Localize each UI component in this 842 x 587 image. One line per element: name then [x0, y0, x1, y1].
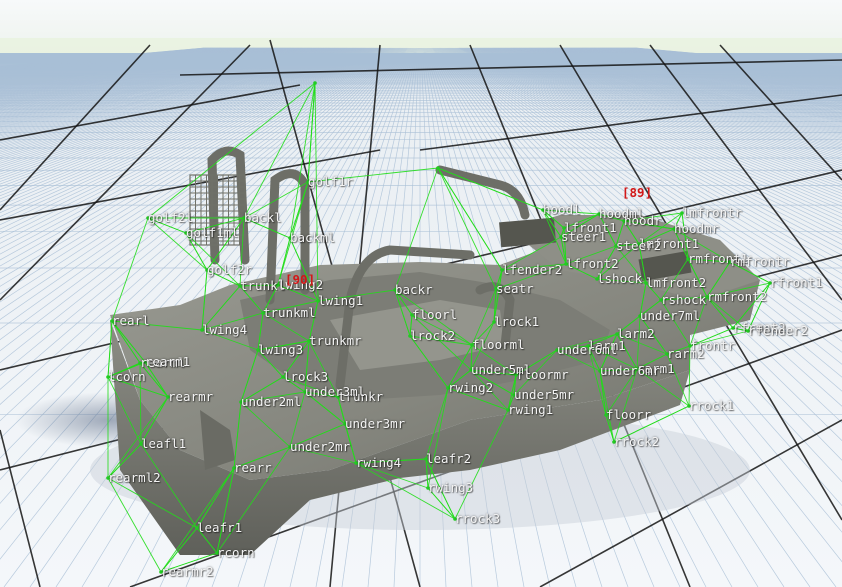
node-label-under3mr: under3mr — [345, 416, 406, 431]
node-label-under2ml: under2ml — [241, 394, 302, 409]
node-label-steer1: steer1 — [561, 229, 607, 244]
node-label-rcorn: rcorn — [217, 545, 255, 560]
node-label-leafl1: leafl1 — [141, 436, 187, 451]
node-label-leafr1: leafr1 — [197, 520, 243, 535]
node-label-under5mr: under5mr — [514, 387, 575, 402]
node-label-rwing4: rwing4 — [356, 455, 402, 470]
node-label-lrock1: lrock1 — [494, 314, 540, 329]
node-label-golf1r: golf1r — [308, 174, 354, 189]
node-label-under6mr: under6mr — [600, 363, 661, 378]
node-id-marker: [90] — [285, 272, 316, 287]
node-label-larm2: larm2 — [617, 326, 655, 341]
node-label-lcorn: lcorn — [108, 369, 146, 384]
node-label-seatr: seatr — [496, 281, 534, 296]
node-label-trunkml: trunkml — [263, 305, 316, 320]
node-label-lfront2: lfront2 — [566, 256, 619, 271]
node-label-hoodl: hoodl — [543, 202, 581, 217]
node-label-hoodr: hoodr — [624, 213, 662, 228]
node-label-rfender2: rfender2 — [748, 323, 809, 338]
node-label-rmfront2: rmfront2 — [707, 289, 768, 304]
node-label-floorml: floorml — [472, 337, 525, 352]
node-id-marker: [89] — [622, 185, 653, 200]
jbeam-node[interactable] — [436, 166, 440, 170]
node-label-rrock2: rrock2 — [614, 434, 660, 449]
node-label-rwing3: rwing3 — [428, 480, 474, 495]
node-label-rearml2: rearml2 — [108, 470, 161, 485]
node-label-under3ml: under3ml — [305, 384, 366, 399]
node-label-under5ml: under5ml — [471, 362, 532, 377]
node-label-lmfrontr: lmfrontr — [682, 205, 743, 220]
steering-column — [499, 217, 557, 248]
node-label-rwing1: rwing1 — [508, 402, 554, 417]
node-label-rwing2: rwing2 — [448, 380, 494, 395]
node-label-lwing3: lwing3 — [258, 342, 304, 357]
node-label-rfront1: rfront1 — [770, 275, 823, 290]
node-label-rearm1: rearm1 — [145, 354, 191, 369]
node-label-lrock3: lrock3 — [283, 369, 329, 384]
node-label-lrock2: lrock2 — [410, 328, 456, 343]
node-label-rearmr: rearmr — [168, 389, 214, 404]
node-label-leafr2: leafr2 — [426, 451, 472, 466]
node-label-rrock3: rrock3 — [455, 511, 501, 526]
node-label-under6ml: under6ml — [557, 342, 618, 357]
node-label-lwing4: lwing4 — [202, 322, 248, 337]
node-label-rearl: rearl — [112, 313, 150, 328]
node-label-hoodmr: hoodmr — [674, 221, 720, 236]
node-label-floorr: floorr — [606, 407, 652, 422]
node-label-under7ml: under7ml — [640, 308, 701, 323]
node-label-lmfront2: lmfront2 — [646, 275, 707, 290]
node-label-rrock1: rrock1 — [689, 398, 735, 413]
node-label-lwing1: lwing1 — [318, 293, 364, 308]
node-label-rmfrontr: rmfrontr — [730, 254, 791, 269]
node-label-rshock: rshock — [661, 292, 707, 307]
node-label-backl: backl — [244, 210, 282, 225]
node-label-under2mr: under2mr — [290, 439, 351, 454]
node-label-trunkmr: trunkmr — [309, 333, 362, 348]
node-label-floorl: floorl — [412, 307, 458, 322]
node-label-steer2: steer2 — [616, 238, 662, 253]
node-label-frontr: frontr — [690, 338, 736, 353]
node-label-golf2r: golf2r — [207, 262, 253, 277]
node-label-rearmr2: rearmr2 — [161, 564, 214, 579]
jbeam-node[interactable] — [313, 81, 317, 85]
node-label-golf1ml: golf1ml — [186, 225, 239, 240]
node-label-backr: backr — [395, 282, 433, 297]
node-label-lshock: lshock — [597, 271, 643, 286]
node-label-golf2l: golf2l — [148, 210, 194, 225]
node-label-rearr: rearr — [234, 460, 272, 475]
node-label-backml: backml — [290, 230, 336, 245]
node-label-lfender2: lfender2 — [502, 262, 563, 277]
game-viewport[interactable]: golf2l golf1ml golf2r golf1r trunkl trunkml tr… — [0, 0, 842, 587]
